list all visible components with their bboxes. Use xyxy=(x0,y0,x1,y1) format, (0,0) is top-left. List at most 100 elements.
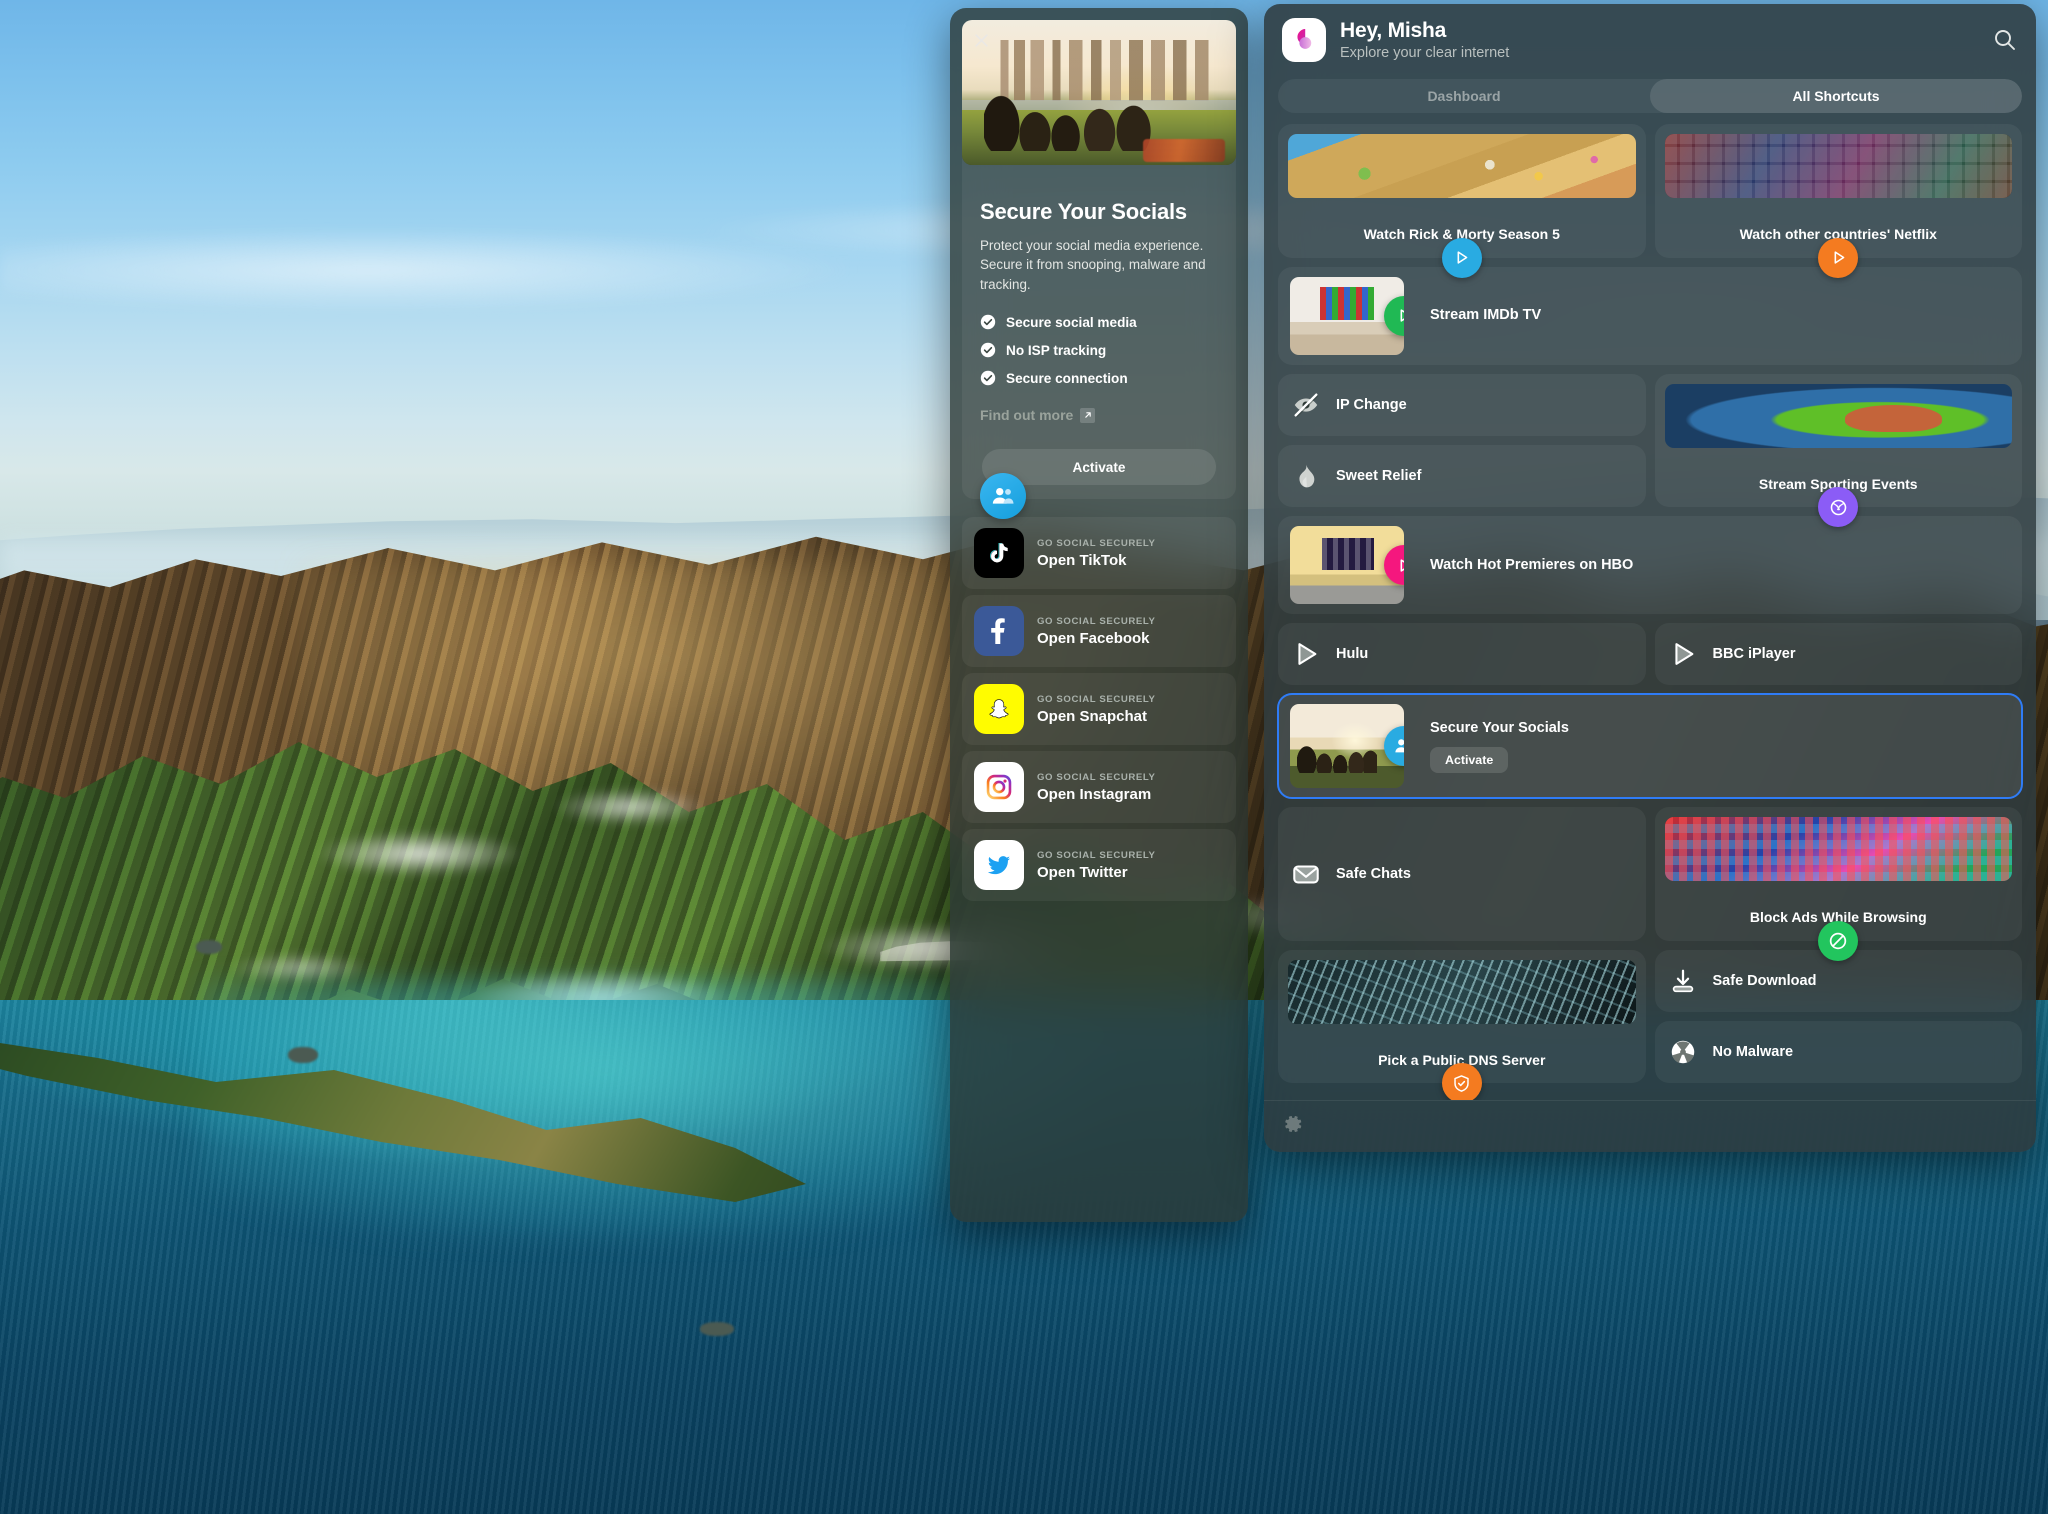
shortcut-card-watch-hbo[interactable]: Watch Hot Premieres on HBO xyxy=(1278,516,2022,614)
shortcut-label: Safe Chats xyxy=(1336,865,1411,882)
selected-card-body: Secure Your Socials Activate xyxy=(1430,719,1569,773)
play-outline-icon xyxy=(1290,638,1322,670)
social-shortcut-twitter[interactable]: GO SOCIAL SECURELY Open Twitter xyxy=(962,829,1236,902)
social-title: Open TikTok xyxy=(1037,551,1127,569)
sidebar-header: Hey, Misha Explore your clear internet xyxy=(1264,4,2036,68)
greeting-block: Hey, Misha Explore your clear internet xyxy=(1340,19,1509,61)
wallpaper-rock xyxy=(196,940,222,954)
envelope-icon xyxy=(1290,858,1322,890)
thumbnail xyxy=(1288,959,1636,1024)
feature-item: Secure social media xyxy=(980,314,1218,330)
social-kicker: GO SOCIAL SECURELY xyxy=(1037,537,1156,549)
social-shortcut-list: GO SOCIAL SECURELY Open TikTok GO SOCIAL… xyxy=(962,517,1236,902)
tab-all-shortcuts[interactable]: All Shortcuts xyxy=(1650,79,2022,113)
shortcut-detail-panel: Secure Your Socials Protect your social … xyxy=(950,8,1248,1222)
snapchat-icon xyxy=(974,684,1024,735)
clearvpn-sidebar: Hey, Misha Explore your clear internet D… xyxy=(1264,4,2036,1152)
shortcut-card-pick-dns[interactable]: Pick a Public DNS Server xyxy=(1278,949,1646,1100)
shortcut-grid: Watch Rick & Morty Season 5 Watch other … xyxy=(1264,113,2036,1100)
social-kicker: GO SOCIAL SECURELY xyxy=(1037,615,1156,627)
shortcut-label: Safe Download xyxy=(1712,972,1817,989)
wallpaper-rock xyxy=(288,1047,318,1063)
feature-label: Secure social media xyxy=(1006,314,1137,330)
shortcut-card-safe-chats[interactable]: Safe Chats xyxy=(1278,807,1646,941)
card-activate-button[interactable]: Activate xyxy=(1430,746,1509,773)
thumbnail xyxy=(1288,134,1636,198)
tiktok-icon xyxy=(974,528,1024,579)
shortcut-card-watch-rick-and-morty[interactable]: Watch Rick & Morty Season 5 xyxy=(1278,124,1646,278)
thumbnail xyxy=(1664,383,2012,448)
clearvpn-logo-icon xyxy=(1282,18,1326,62)
shortcut-card-no-malware[interactable]: No Malware xyxy=(1654,1020,2022,1083)
download-icon xyxy=(1667,965,1699,997)
close-icon[interactable] xyxy=(973,32,990,49)
social-shortcut-instagram[interactable]: GO SOCIAL SECURELY Open Instagram xyxy=(962,751,1236,824)
check-circle-icon xyxy=(980,343,996,358)
shortcut-card-stream-sporting-events[interactable]: Stream Sporting Events xyxy=(1654,373,2022,527)
people-icon xyxy=(980,473,1026,520)
shield-check-icon xyxy=(1441,1063,1482,1100)
eye-slash-icon xyxy=(1290,389,1322,421)
social-shortcut-facebook[interactable]: GO SOCIAL SECURELY Open Facebook xyxy=(962,595,1236,668)
shortcut-card-block-ads[interactable]: Block Ads While Browsing xyxy=(1654,807,2022,961)
thumbnail xyxy=(1290,276,1404,355)
feature-list: Secure social media No ISP tracking Secu… xyxy=(980,314,1218,386)
play-outline-icon xyxy=(1667,638,1699,670)
find-out-more-label: Find out more xyxy=(980,407,1074,424)
check-circle-icon xyxy=(980,315,996,330)
twitter-icon xyxy=(974,840,1024,891)
tagline-text: Explore your clear internet xyxy=(1340,45,1510,61)
detail-title: Secure Your Socials xyxy=(980,199,1187,224)
social-kicker: GO SOCIAL SECURELY xyxy=(1037,693,1156,705)
shortcut-card-ip-change[interactable]: IP Change xyxy=(1278,373,1646,436)
sidebar-footer xyxy=(1264,1100,2036,1152)
shortcut-label: BBC iPlayer xyxy=(1712,645,1796,662)
view-tabs: Dashboard All Shortcuts xyxy=(1278,79,2022,113)
detail-description: Protect your social media experience. Se… xyxy=(980,238,1206,292)
feature-label: Secure connection xyxy=(1006,370,1128,386)
shortcut-label: Hulu xyxy=(1336,645,1369,662)
instagram-icon xyxy=(974,762,1024,813)
feature-item: Secure connection xyxy=(980,370,1218,386)
thumbnail xyxy=(1664,817,2012,881)
shortcut-card-bbc-iplayer[interactable]: BBC iPlayer xyxy=(1654,623,2022,685)
thumbnail xyxy=(1664,134,2012,198)
search-icon[interactable] xyxy=(1992,27,2018,53)
social-shortcut-tiktok[interactable]: GO SOCIAL SECURELY Open TikTok xyxy=(962,517,1236,590)
find-out-more-link[interactable]: Find out more xyxy=(980,407,1096,424)
shortcut-label: IP Change xyxy=(1336,396,1407,413)
detail-hero-card: Secure Your Socials Protect your social … xyxy=(962,20,1236,520)
play-icon xyxy=(1441,237,1482,278)
shortcut-label: Sweet Relief xyxy=(1336,467,1422,484)
social-shortcut-snapchat[interactable]: GO SOCIAL SECURELY Open Snapchat xyxy=(962,673,1236,746)
social-kicker: GO SOCIAL SECURELY xyxy=(1037,849,1156,861)
shortcut-label: Secure Your Socials xyxy=(1430,720,1569,737)
social-title: Open Twitter xyxy=(1037,863,1128,881)
radiation-icon xyxy=(1667,1036,1699,1068)
thumbnail xyxy=(1290,704,1404,788)
thumbnail xyxy=(1290,526,1404,604)
play-icon xyxy=(1818,237,1859,278)
social-title: Open Instagram xyxy=(1037,785,1152,803)
shortcut-card-stream-imdb-tv[interactable]: Stream IMDb TV xyxy=(1278,266,2022,365)
gear-icon[interactable] xyxy=(1282,1113,1304,1135)
flame-icon xyxy=(1290,460,1322,492)
tennis-ball-icon xyxy=(1818,487,1859,527)
check-circle-icon xyxy=(980,371,996,386)
wallpaper-rock xyxy=(700,1322,734,1336)
detail-hero-image xyxy=(962,20,1236,165)
shortcut-card-watch-other-netflix[interactable]: Watch other countries' Netflix xyxy=(1654,124,2022,278)
social-title: Open Snapchat xyxy=(1037,707,1148,725)
shortcut-card-sweet-relief[interactable]: Sweet Relief xyxy=(1278,444,1646,507)
hero-blanket xyxy=(1142,138,1226,163)
shortcut-label: Watch Hot Premieres on HBO xyxy=(1430,556,1634,573)
shortcut-card-hulu[interactable]: Hulu xyxy=(1278,623,1646,685)
external-link-icon xyxy=(1080,407,1096,423)
social-title: Open Facebook xyxy=(1037,629,1150,647)
feature-item: No ISP tracking xyxy=(980,342,1218,358)
shortcut-label: Stream IMDb TV xyxy=(1430,307,1542,324)
tab-dashboard[interactable]: Dashboard xyxy=(1278,79,1650,113)
social-kicker: GO SOCIAL SECURELY xyxy=(1037,771,1156,783)
hero-people xyxy=(983,60,1154,151)
shortcut-card-secure-your-socials[interactable]: Secure Your Socials Activate xyxy=(1277,693,2023,799)
